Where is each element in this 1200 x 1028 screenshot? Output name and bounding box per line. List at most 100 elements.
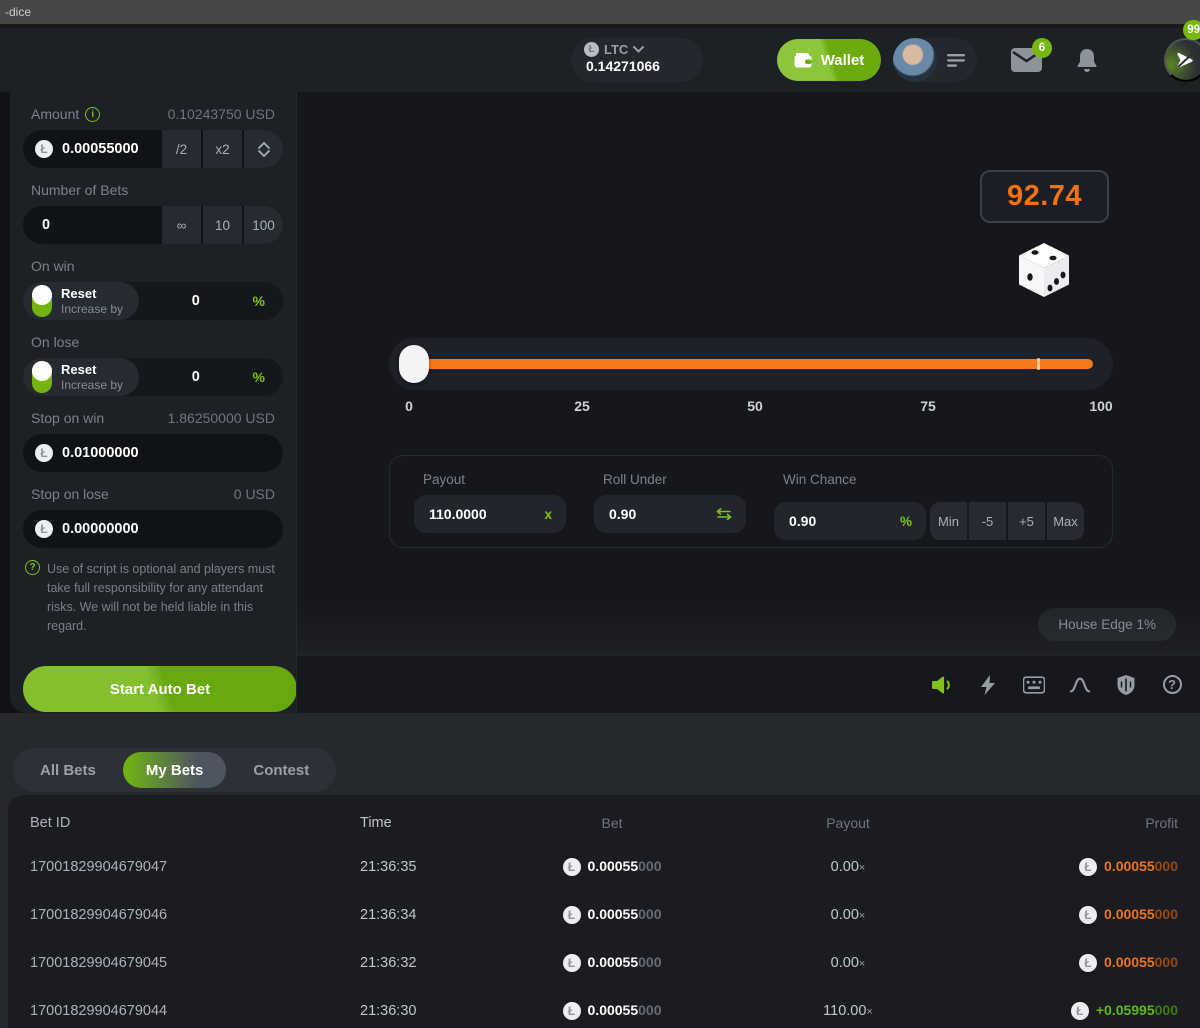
stop-on-lose-usd: 0 USD [234, 486, 275, 502]
sound-button[interactable] [931, 676, 953, 694]
chat-off-icon [1176, 50, 1196, 70]
wallet-button[interactable]: Wallet [777, 39, 881, 81]
win-chance-label: Win Chance [783, 472, 1112, 494]
info-icon[interactable]: i [85, 107, 100, 122]
max-chance-button[interactable]: Max [1047, 502, 1084, 540]
on-lose-percent: % [253, 369, 283, 385]
stats-button[interactable] [1069, 676, 1091, 694]
ltc-coin-icon: Ł [35, 444, 53, 462]
reset-label: Reset [61, 286, 123, 301]
bet-payout: 0.00 [831, 859, 859, 875]
user-menu[interactable] [893, 38, 977, 82]
wallet-icon [794, 52, 813, 68]
roll-under-input[interactable]: 0.90 [594, 495, 746, 533]
win-chance-input[interactable]: 0.90 % [774, 502, 926, 540]
slider-scale: 0 25 50 75 100 [409, 398, 1101, 416]
infinity-bets-button[interactable]: ∞ [162, 206, 201, 244]
ltc-coin-icon: Ł [563, 1002, 581, 1020]
ltc-coin-icon: Ł [35, 520, 53, 538]
roll-slider[interactable] [389, 338, 1113, 390]
stop-on-win-value: 0.01000000 [62, 445, 139, 461]
col-payout: Payout [714, 815, 982, 831]
hotkeys-button[interactable] [1023, 676, 1045, 694]
minus-5-button[interactable]: -5 [969, 502, 1006, 540]
bet-payout: 110.00 [823, 1003, 866, 1019]
ten-bets-button[interactable]: 10 [203, 206, 242, 244]
slider-track[interactable] [409, 359, 1093, 369]
on-win-row: Reset Increase by 0 % [23, 282, 283, 320]
toggle-icon[interactable] [32, 285, 52, 317]
tab-all-bets[interactable]: All Bets [17, 752, 119, 788]
lightning-icon [980, 674, 996, 696]
scale-tick: 25 [574, 398, 590, 414]
col-time: Time [360, 815, 510, 831]
chat-toggle-button[interactable]: 99 [1164, 38, 1200, 82]
amount-input[interactable]: Ł 0.00055000 /2 x2 [23, 130, 283, 168]
result-marker [1037, 358, 1040, 370]
roll-result-value: 92.74 [1007, 180, 1082, 213]
payout-input[interactable]: 110.0000 x [414, 495, 566, 533]
window-title: -dice [5, 5, 31, 19]
roll-result-box: 92.74 [980, 170, 1109, 223]
stop-on-win-input[interactable]: Ł 0.01000000 [23, 434, 283, 472]
number-of-bets-input[interactable]: 0 ∞ 10 100 [23, 206, 283, 244]
ltc-coin-icon: Ł [563, 954, 581, 972]
stop-on-lose-input[interactable]: Ł 0.00000000 [23, 510, 283, 548]
bet-profit: 0.00055000 [1104, 906, 1178, 924]
bet-controls-sidebar: Amount i 0.10243750 USD Ł 0.00055000 /2 … [10, 92, 296, 713]
chevron-down-icon [633, 46, 644, 53]
bet-time: 21:36:30 [360, 1003, 510, 1019]
plus-5-button[interactable]: +5 [1008, 502, 1045, 540]
number-of-bets-label: Number of Bets [31, 182, 128, 198]
on-win-value[interactable]: 0 [139, 293, 253, 309]
help-icon: ? [25, 560, 40, 575]
start-auto-bet-button[interactable]: Start Auto Bet [23, 666, 297, 712]
bet-id: 17001829904679046 [30, 907, 360, 923]
help-button[interactable]: ? [1161, 675, 1183, 694]
bet-profit: +0.05995000 [1096, 1002, 1178, 1020]
ltc-coin-icon: Ł [584, 42, 599, 57]
amount-value: 0.00055000 [62, 141, 139, 157]
table-row[interactable]: 17001829904679047 21:36:35 Ł0.00055000 0… [30, 843, 1178, 891]
tab-my-bets[interactable]: My Bets [123, 752, 227, 788]
min-chance-button[interactable]: Min [930, 502, 967, 540]
notifications-button[interactable] [1076, 48, 1098, 73]
ltc-coin-icon: Ł [563, 858, 581, 876]
fairness-button[interactable] [1115, 674, 1137, 696]
avatar[interactable] [893, 38, 937, 82]
hundred-bets-button[interactable]: 100 [244, 206, 283, 244]
slider-handle[interactable] [399, 345, 429, 383]
half-amount-button[interactable]: /2 [162, 130, 201, 168]
payout-label: Payout [423, 472, 603, 487]
on-win-reset-toggle[interactable]: Reset Increase by [23, 282, 139, 320]
dice-game-area: 92.74 0 25 50 75 100 [296, 92, 1200, 713]
header: Ł LTC 0.14271066 Wallet 6 [0, 28, 1200, 92]
inbox-button[interactable]: 6 [1011, 48, 1042, 72]
disclaimer-text: Use of script is optional and players mu… [47, 560, 281, 636]
table-header: Bet ID Time Bet Payout Profit [30, 795, 1178, 843]
table-row[interactable]: 17001829904679044 21:36:30 Ł0.00055000 1… [30, 987, 1178, 1028]
speaker-icon [931, 676, 953, 694]
reset-label: Reset [61, 362, 123, 377]
toggle-icon[interactable] [32, 361, 52, 393]
double-amount-button[interactable]: x2 [203, 130, 242, 168]
table-row[interactable]: 17001829904679046 21:36:34 Ł0.00055000 0… [30, 891, 1178, 939]
swap-icon[interactable] [716, 508, 732, 520]
amount-stepper[interactable] [244, 130, 283, 168]
on-lose-value[interactable]: 0 [139, 369, 253, 385]
on-win-label: On win [31, 258, 75, 274]
chevron-up-icon [258, 142, 270, 149]
stop-on-win-usd: 1.86250000 USD [168, 410, 275, 426]
payout-value: 110.0000 [429, 506, 544, 522]
col-bet-id: Bet ID [30, 815, 360, 831]
inbox-badge: 6 [1032, 38, 1052, 58]
bet-profit: 0.00055000 [1104, 858, 1178, 876]
on-lose-reset-toggle[interactable]: Reset Increase by [23, 358, 139, 396]
win-chance-value: 0.90 [789, 513, 900, 529]
bets-tabs: All Bets My Bets Contest [13, 748, 336, 792]
amount-usd: 0.10243750 USD [168, 106, 275, 122]
table-row[interactable]: 17001829904679045 21:36:32 Ł0.00055000 0… [30, 939, 1178, 987]
currency-selector[interactable]: Ł LTC 0.14271066 [571, 38, 703, 82]
turbo-button[interactable] [977, 674, 999, 696]
tab-contest[interactable]: Contest [230, 752, 332, 788]
